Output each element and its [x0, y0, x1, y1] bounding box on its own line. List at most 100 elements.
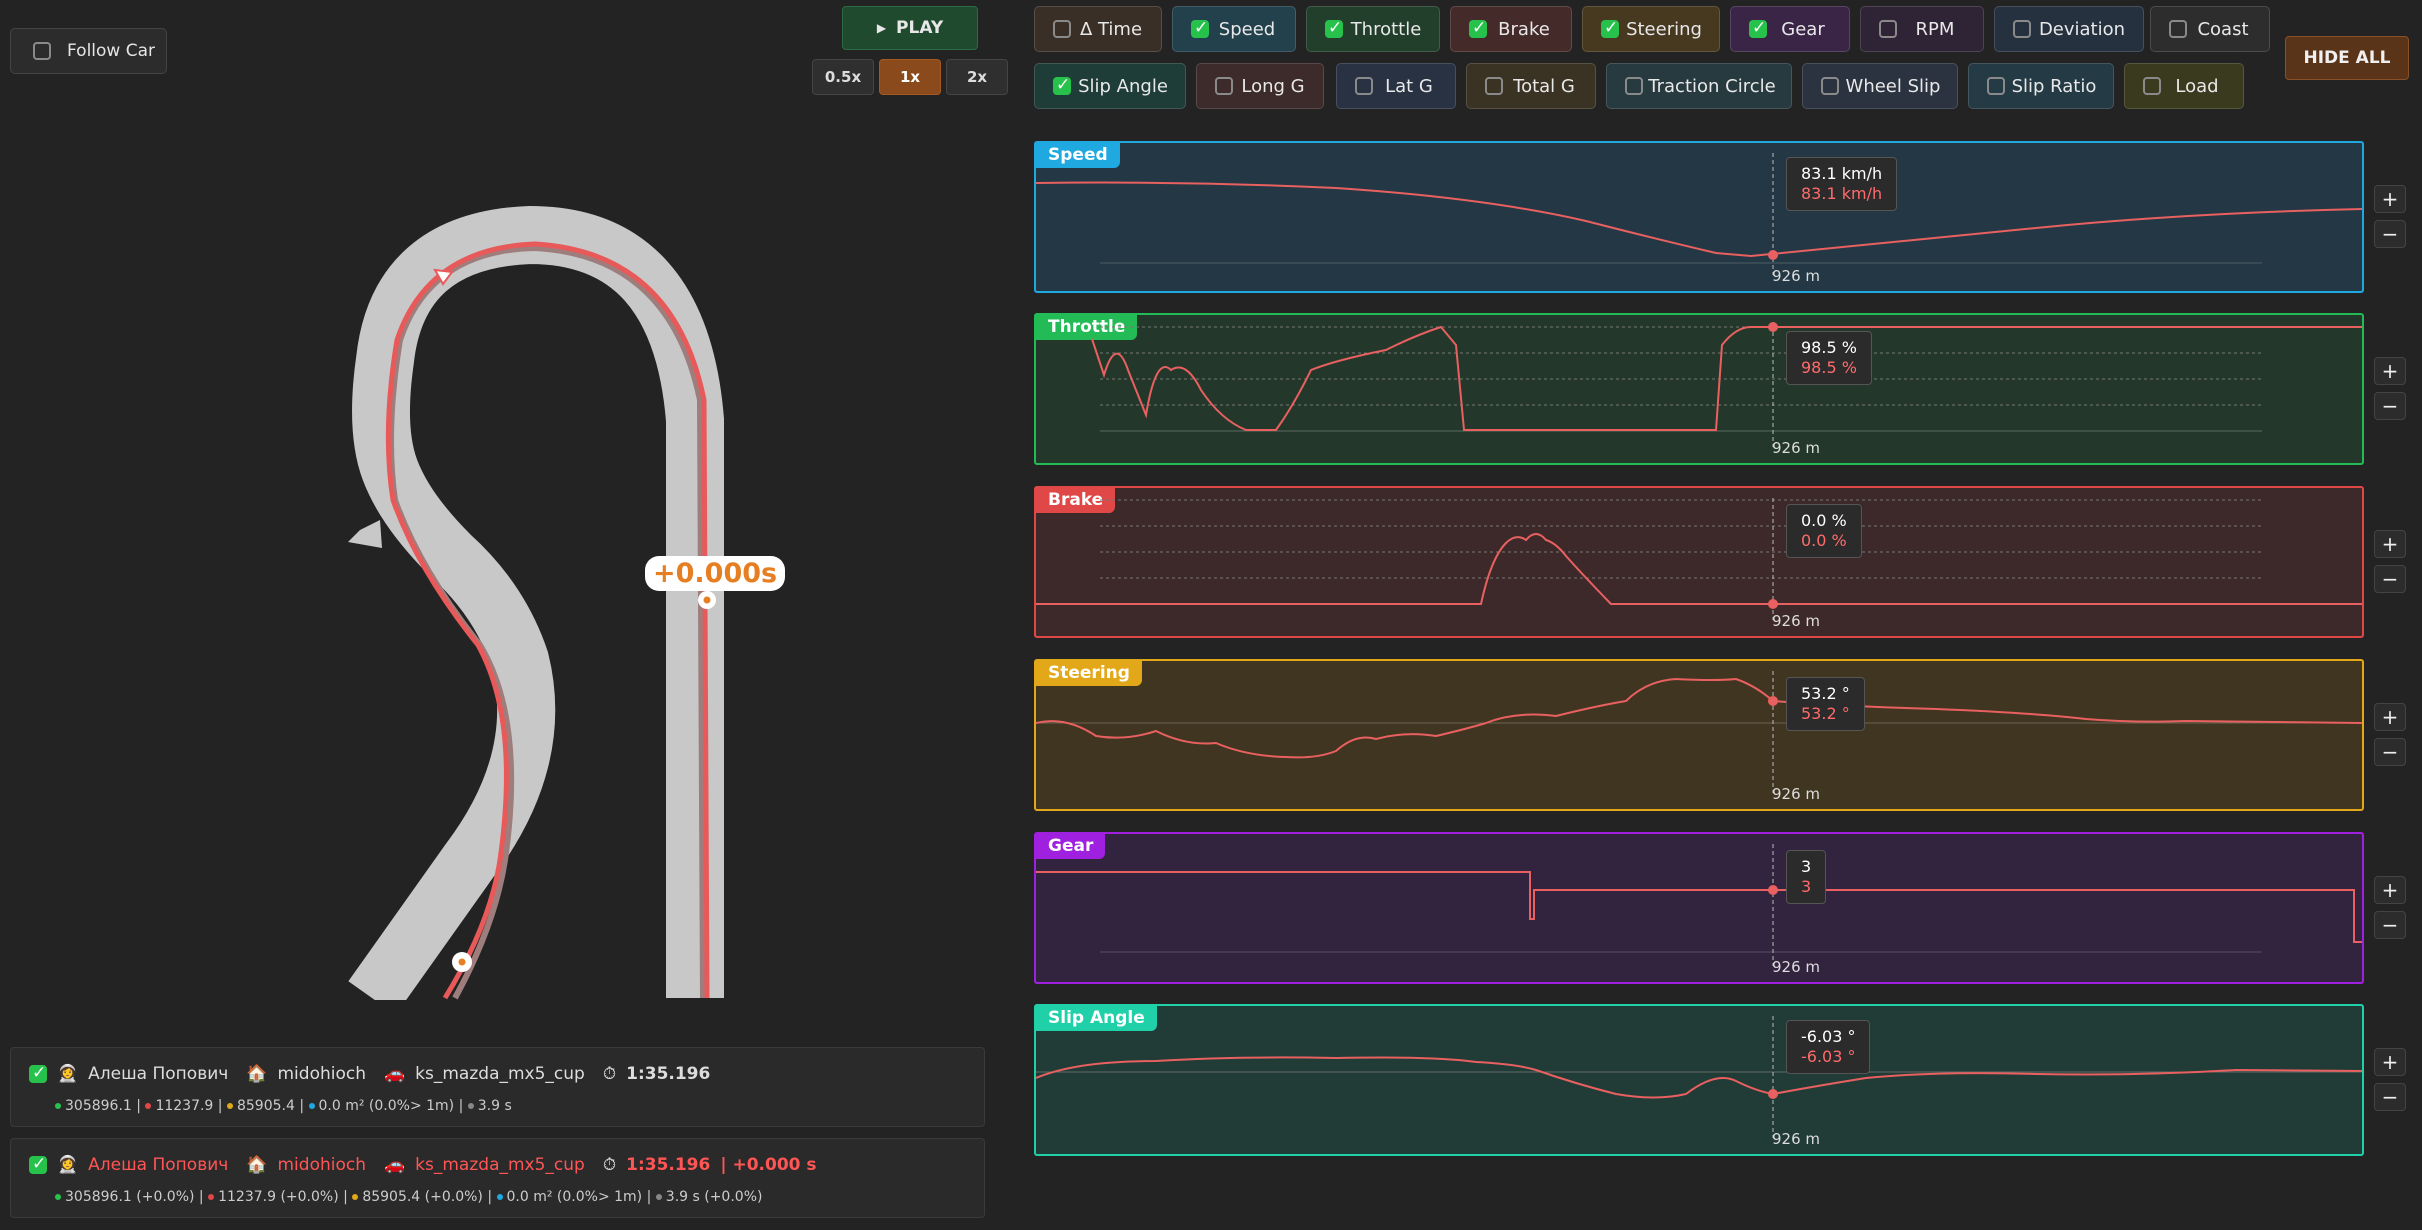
speed-1x-label: 1x — [899, 68, 921, 86]
lap-1-team: midohioch — [277, 1064, 367, 1084]
brake-zoom-out-button[interactable]: − — [2374, 565, 2406, 593]
slip-angle-chart — [1036, 1016, 2362, 1138]
play-label: PLAY — [896, 18, 944, 38]
speed-value-1: 83.1 km/h — [1801, 164, 1883, 183]
coast-checkbox[interactable] — [2169, 20, 2187, 38]
speed-0.5x-button[interactable]: 0.5x — [812, 59, 874, 95]
lat-g-checkbox[interactable] — [1355, 77, 1373, 95]
steering-zoom-out-button[interactable]: − — [2374, 738, 2406, 766]
lap-1-driver: Алеша Попович — [88, 1064, 229, 1084]
gear-panel[interactable]: Gear 33 926 m — [1034, 832, 2364, 984]
play-button[interactable]: ▶ PLAY — [842, 6, 978, 50]
slip-angle-checkbox[interactable] — [1053, 75, 1071, 95]
gear-cursor-dot — [1768, 885, 1778, 895]
lap-2-car: ks_mazda_mx5_cup — [415, 1155, 585, 1175]
speed-panel[interactable]: Speed 83.1 km/h 83.1 km/h 926 m — [1034, 141, 2364, 293]
follow-car-toggle[interactable]: Follow Car — [10, 28, 167, 74]
toggle-steering[interactable]: Steering — [1582, 6, 1720, 52]
gear-checkbox[interactable] — [1749, 18, 1767, 38]
brake-distance: 926 m — [1772, 612, 1821, 630]
speed-zoom-out-button[interactable]: − — [2374, 220, 2406, 248]
slip-angle-zoom-out-button[interactable]: − — [2374, 1083, 2406, 1111]
steering-trace — [1036, 677, 2362, 759]
lap-2-delta: | +0.000 s — [720, 1155, 817, 1175]
speed-tooltip: 83.1 km/h 83.1 km/h — [1786, 157, 1898, 211]
steering-chart — [1036, 671, 2362, 793]
lap-row[interactable]: 👩‍🚀 Алеша Попович 🏠 midohioch 🚗 ks_mazda… — [10, 1138, 985, 1218]
gear-zoom-in-button[interactable]: + — [2374, 876, 2406, 904]
toggle-long-g[interactable]: Long G — [1196, 63, 1324, 109]
brake-panel[interactable]: Brake 0.0 % 0.0 % 926 m — [1034, 486, 2364, 638]
lap-1-stat-5: 3.9 s — [477, 1098, 512, 1114]
toggle-lat-g[interactable]: Lat G — [1336, 63, 1456, 109]
slip-angle-panel[interactable]: Slip Angle -6.03 ° -6.03 ° 926 m — [1034, 1004, 2364, 1156]
rpm-checkbox[interactable] — [1879, 20, 1897, 38]
driver-icon: 👩‍🚀 — [57, 1155, 79, 1175]
steering-value-1: 53.2 ° — [1801, 684, 1850, 703]
throttle-zoom-in-button[interactable]: + — [2374, 357, 2406, 385]
load-label: Load — [2175, 75, 2219, 97]
car-icon: 🚗 — [384, 1155, 406, 1175]
delta-time-label: Δ Time — [1079, 18, 1143, 40]
steering-checkbox[interactable] — [1601, 18, 1619, 38]
toggle-deviation[interactable]: Deviation — [1994, 6, 2144, 52]
speed-cursor-dot — [1768, 250, 1778, 260]
toggle-gear[interactable]: Gear — [1730, 6, 1850, 52]
steering-zoom-in-button[interactable]: + — [2374, 703, 2406, 731]
throttle-label: Throttle — [1350, 18, 1422, 40]
speed-zoom-in-button[interactable]: + — [2374, 185, 2406, 213]
toggle-coast[interactable]: Coast — [2150, 6, 2270, 52]
track-map[interactable] — [0, 100, 1020, 1000]
toggle-wheel-slip[interactable]: Wheel Slip — [1802, 63, 1958, 109]
timer-icon: ⏱ — [602, 1064, 617, 1084]
speed-1x-button[interactable]: 1x — [879, 59, 941, 95]
brake-zoom-in-button[interactable]: + — [2374, 530, 2406, 558]
speed-value-2: 83.1 km/h — [1801, 184, 1883, 203]
wheel-slip-checkbox[interactable] — [1821, 77, 1839, 95]
deviation-checkbox[interactable] — [2013, 20, 2031, 38]
toggle-delta-time[interactable]: Δ Time — [1034, 6, 1162, 52]
lap-2-checkbox[interactable] — [29, 1154, 47, 1174]
play-icon: ▶ — [876, 21, 887, 35]
traction-circle-checkbox[interactable] — [1625, 77, 1643, 95]
load-checkbox[interactable] — [2143, 77, 2161, 95]
lap-1-checkbox[interactable] — [29, 1063, 47, 1083]
speed-checkbox[interactable] — [1191, 18, 1209, 38]
slip-ratio-checkbox[interactable] — [1987, 77, 2005, 95]
toggle-brake[interactable]: Brake — [1450, 6, 1572, 52]
throttle-checkbox[interactable] — [1325, 18, 1343, 38]
speed-trace — [1036, 181, 2362, 258]
toggle-total-g[interactable]: Total G — [1466, 63, 1596, 109]
toggle-speed[interactable]: Speed — [1172, 6, 1296, 52]
slip-angle-trace — [1036, 1056, 2362, 1099]
slip-angle-cursor-dot — [1768, 1089, 1778, 1099]
brake-checkbox[interactable] — [1469, 18, 1487, 38]
gear-zoom-out-button[interactable]: − — [2374, 911, 2406, 939]
toggle-slip-angle[interactable]: Slip Angle — [1034, 63, 1186, 109]
lap-2-stat-5: 3.9 s (+0.0%) — [665, 1189, 763, 1205]
steering-value-2: 53.2 ° — [1801, 704, 1850, 723]
lap-row[interactable]: 👩‍🚀 Алеша Попович 🏠 midohioch 🚗 ks_mazda… — [10, 1047, 985, 1127]
toggle-slip-ratio[interactable]: Slip Ratio — [1968, 63, 2114, 109]
slip-angle-zoom-in-button[interactable]: + — [2374, 1048, 2406, 1076]
toggle-rpm[interactable]: RPM — [1860, 6, 1984, 52]
steering-label: Steering — [1626, 18, 1702, 40]
throttle-zoom-out-button[interactable]: − — [2374, 392, 2406, 420]
delta-time-checkbox[interactable] — [1053, 20, 1071, 38]
track-surface — [348, 205, 724, 1000]
brake-chart — [1036, 498, 2362, 620]
toggle-traction-circle[interactable]: Traction Circle — [1606, 63, 1792, 109]
driver-icon: 👩‍🚀 — [57, 1064, 79, 1084]
speed-2x-button[interactable]: 2x — [946, 59, 1008, 95]
total-g-checkbox[interactable] — [1485, 77, 1503, 95]
toggle-load[interactable]: Load — [2124, 63, 2244, 109]
long-g-checkbox[interactable] — [1215, 77, 1233, 95]
toggle-throttle[interactable]: Throttle — [1306, 6, 1440, 52]
gear-value-1: 3 — [1801, 857, 1812, 876]
steering-panel[interactable]: Steering 53.2 ° 53.2 ° 926 m — [1034, 659, 2364, 811]
brake-value-1: 0.0 % — [1801, 511, 1847, 530]
hide-all-button[interactable]: HIDE ALL — [2285, 36, 2409, 80]
brake-cursor-dot — [1768, 599, 1778, 609]
throttle-panel[interactable]: Throttle 98.5 % 98.5 % 926 m — [1034, 313, 2364, 465]
follow-car-checkbox[interactable] — [33, 42, 51, 60]
